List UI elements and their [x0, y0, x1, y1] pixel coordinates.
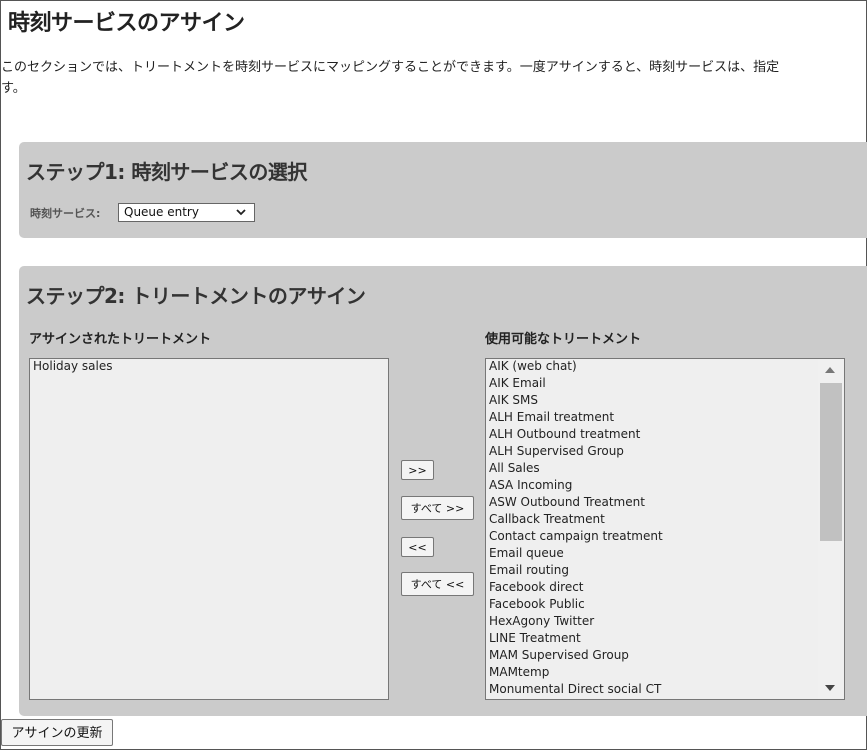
list-item[interactable]: MAMtemp [486, 665, 844, 682]
list-item[interactable]: AIK (web chat) [486, 359, 844, 376]
time-service-label: 時刻サービス: [30, 207, 101, 220]
list-item[interactable]: ALH Outbound treatment [486, 427, 844, 444]
scroll-up-arrow-icon[interactable] [825, 367, 835, 373]
step2-panel: ステップ2: トリートメントのアサイン アサインされたトリートメント 使用可能な… [19, 266, 867, 716]
list-item[interactable]: All Sales [486, 461, 844, 478]
time-service-selected-value: Queue entry [124, 205, 199, 219]
add-button[interactable]: >> [401, 460, 434, 480]
intro-text: このセクションでは、トリートメントを時刻サービスにマッピングすることができます。… [1, 57, 867, 99]
list-item[interactable]: Holiday sales [30, 359, 388, 376]
list-item[interactable]: MAM Supervised Group [486, 648, 844, 665]
list-item[interactable]: AIK Email [486, 376, 844, 393]
step2-title: ステップ2: トリートメントのアサイン [26, 284, 366, 308]
list-item[interactable]: LINE Treatment [486, 631, 844, 648]
available-treatments-label: 使用可能なトリートメント [485, 332, 642, 347]
list-item[interactable]: ASA Incoming [486, 478, 844, 495]
page-title: 時刻サービスのアサイン [8, 11, 245, 36]
add-all-button[interactable]: すべて >> [401, 496, 474, 520]
list-item[interactable]: HexAgony Twitter [486, 614, 844, 631]
list-item[interactable]: Email routing [486, 563, 844, 580]
list-item[interactable]: Contact campaign treatment [486, 529, 844, 546]
available-list-scrollbar[interactable] [818, 359, 844, 699]
available-treatments-list[interactable]: AIK (web chat) AIK Email AIK SMS ALH Ema… [485, 358, 845, 700]
assigned-treatments-list[interactable]: Holiday sales [29, 358, 389, 700]
list-item[interactable]: ASW Outbound Treatment [486, 495, 844, 512]
list-item[interactable]: Facebook direct [486, 580, 844, 597]
list-item[interactable]: Email queue [486, 546, 844, 563]
list-item[interactable]: Monumental Direct social CT [486, 682, 844, 699]
list-item[interactable]: Facebook Public [486, 597, 844, 614]
step1-title: ステップ1: 時刻サービスの選択 [26, 160, 307, 184]
remove-all-button[interactable]: すべて << [401, 572, 474, 596]
intro-line-2: す。 [1, 81, 26, 96]
list-item[interactable]: ALH Email treatment [486, 410, 844, 427]
time-service-select[interactable]: Queue entry [118, 203, 255, 222]
chevron-down-icon [236, 209, 246, 216]
remove-button[interactable]: << [401, 537, 434, 557]
intro-line-1: このセクションでは、トリートメントを時刻サービスにマッピングすることができます。… [1, 60, 780, 75]
update-assignment-button[interactable]: アサインの更新 [1, 719, 113, 746]
scrollbar-thumb[interactable] [820, 383, 842, 541]
list-item[interactable]: AIK SMS [486, 393, 844, 410]
list-item[interactable]: ALH Supervised Group [486, 444, 844, 461]
assigned-treatments-label: アサインされたトリートメント [29, 332, 212, 347]
list-item[interactable]: Callback Treatment [486, 512, 844, 529]
step1-panel: ステップ1: 時刻サービスの選択 時刻サービス: Queue entry [19, 142, 867, 238]
scroll-down-arrow-icon[interactable] [825, 685, 835, 691]
